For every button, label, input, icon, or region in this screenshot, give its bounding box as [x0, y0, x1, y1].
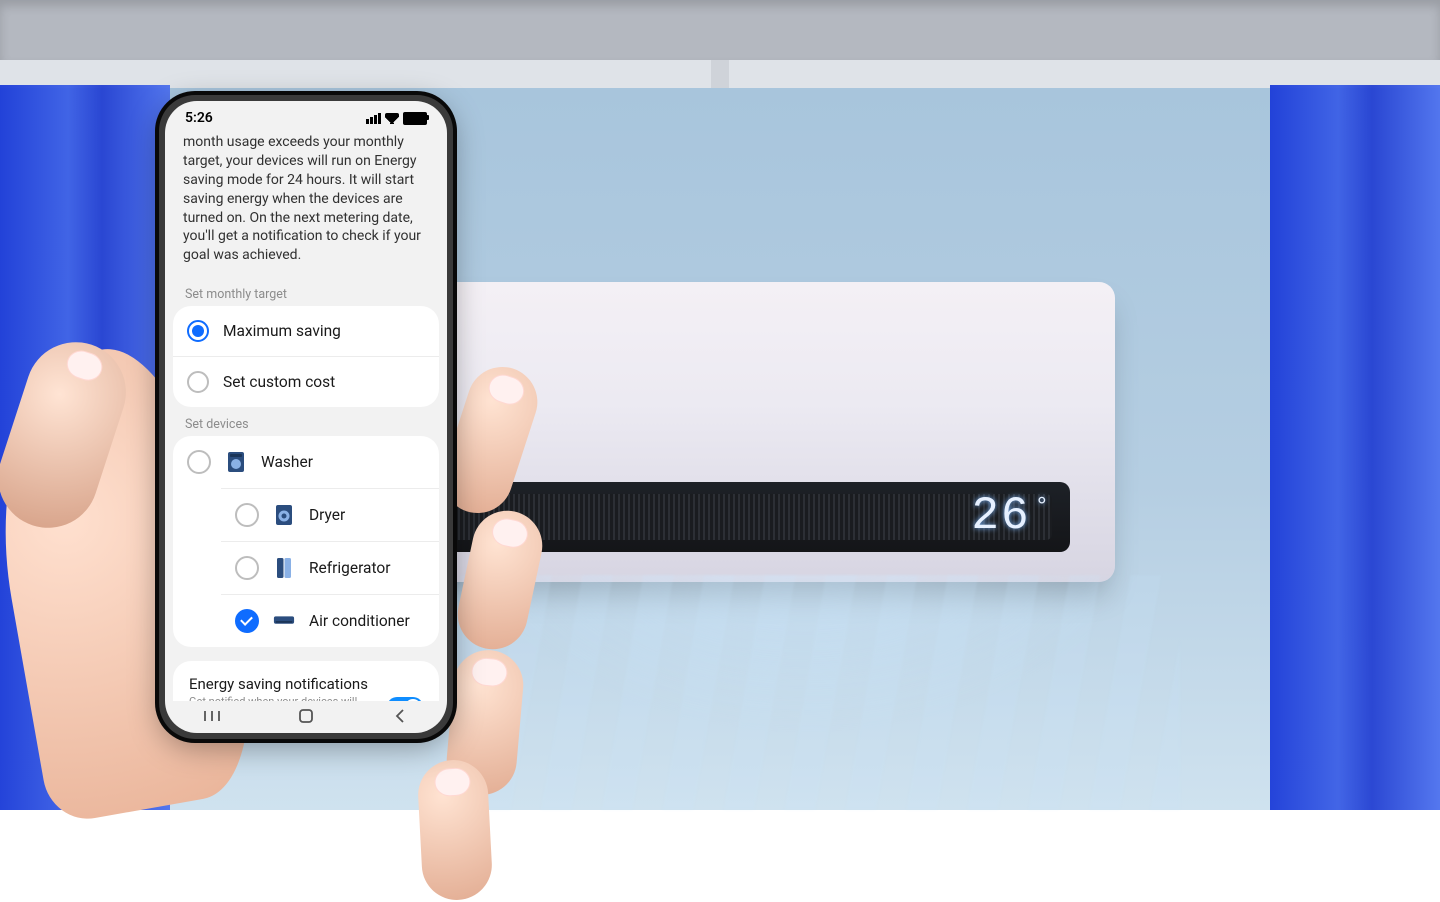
- status-bar: 5:26: [165, 101, 447, 133]
- air-conditioner-unit: 26°: [350, 282, 1115, 582]
- device-label: Air conditioner: [309, 612, 410, 630]
- dryer-icon: [273, 504, 295, 526]
- device-row-air-conditioner[interactable]: Air conditioner: [221, 594, 439, 647]
- ac-grill: [413, 494, 1052, 540]
- checkbox-unchecked-icon[interactable]: [235, 556, 259, 580]
- status-icons: [366, 112, 427, 125]
- device-label: Washer: [261, 453, 313, 471]
- ac-front-panel: [395, 482, 1070, 552]
- radio-selected-icon[interactable]: [187, 320, 209, 342]
- curtain-left: [0, 85, 170, 810]
- checkbox-unchecked-icon[interactable]: [187, 450, 211, 474]
- option-set-custom-cost[interactable]: Set custom cost: [173, 356, 439, 407]
- checkbox-unchecked-icon[interactable]: [235, 503, 259, 527]
- curtain-right: [1270, 85, 1440, 810]
- wifi-icon: [385, 113, 399, 124]
- devices-card: Washer Dryer Refrigerator: [173, 436, 439, 647]
- home-button[interactable]: [296, 706, 316, 726]
- signal-icon: [366, 113, 381, 124]
- device-row-washer[interactable]: Washer: [173, 436, 439, 488]
- battery-icon: [403, 112, 427, 125]
- notifications-title: Energy saving notifications: [189, 675, 375, 693]
- status-time: 5:26: [185, 110, 213, 126]
- ac-temp-value: 26: [971, 490, 1030, 542]
- device-row-refrigerator[interactable]: Refrigerator: [221, 541, 439, 594]
- phone-screen: 5:26 month usage exceeds your monthly ta…: [165, 101, 447, 733]
- ceiling-trim: [0, 60, 1440, 88]
- air-conditioner-icon: [273, 610, 295, 632]
- notifications-card: Energy saving notifications Get notified…: [173, 661, 439, 701]
- device-label: Refrigerator: [309, 559, 391, 577]
- scroll-content[interactable]: month usage exceeds your monthly target,…: [165, 133, 447, 701]
- android-nav-bar: [165, 699, 447, 733]
- intro-text: month usage exceeds your monthly target,…: [165, 133, 447, 277]
- device-row-dryer[interactable]: Dryer: [221, 488, 439, 541]
- option-maximum-saving[interactable]: Maximum saving: [173, 306, 439, 356]
- ac-temperature-display: 26°: [971, 490, 1047, 542]
- section-header-target: Set monthly target: [165, 277, 447, 306]
- target-options-card: Maximum saving Set custom cost: [173, 306, 439, 407]
- degree-icon: °: [1035, 494, 1051, 521]
- refrigerator-icon: [273, 557, 295, 579]
- option-label: Maximum saving: [223, 322, 341, 340]
- recents-button[interactable]: [202, 706, 222, 726]
- phone-frame: 5:26 month usage exceeds your monthly ta…: [155, 91, 457, 743]
- back-button[interactable]: [390, 706, 410, 726]
- ceiling: [0, 0, 1440, 60]
- section-header-devices: Set devices: [165, 407, 447, 436]
- radio-unselected-icon[interactable]: [187, 371, 209, 393]
- washer-icon: [225, 451, 247, 473]
- airflow-effect: [430, 575, 1180, 810]
- option-label: Set custom cost: [223, 373, 335, 391]
- device-label: Dryer: [309, 506, 345, 524]
- checkbox-checked-icon[interactable]: [235, 609, 259, 633]
